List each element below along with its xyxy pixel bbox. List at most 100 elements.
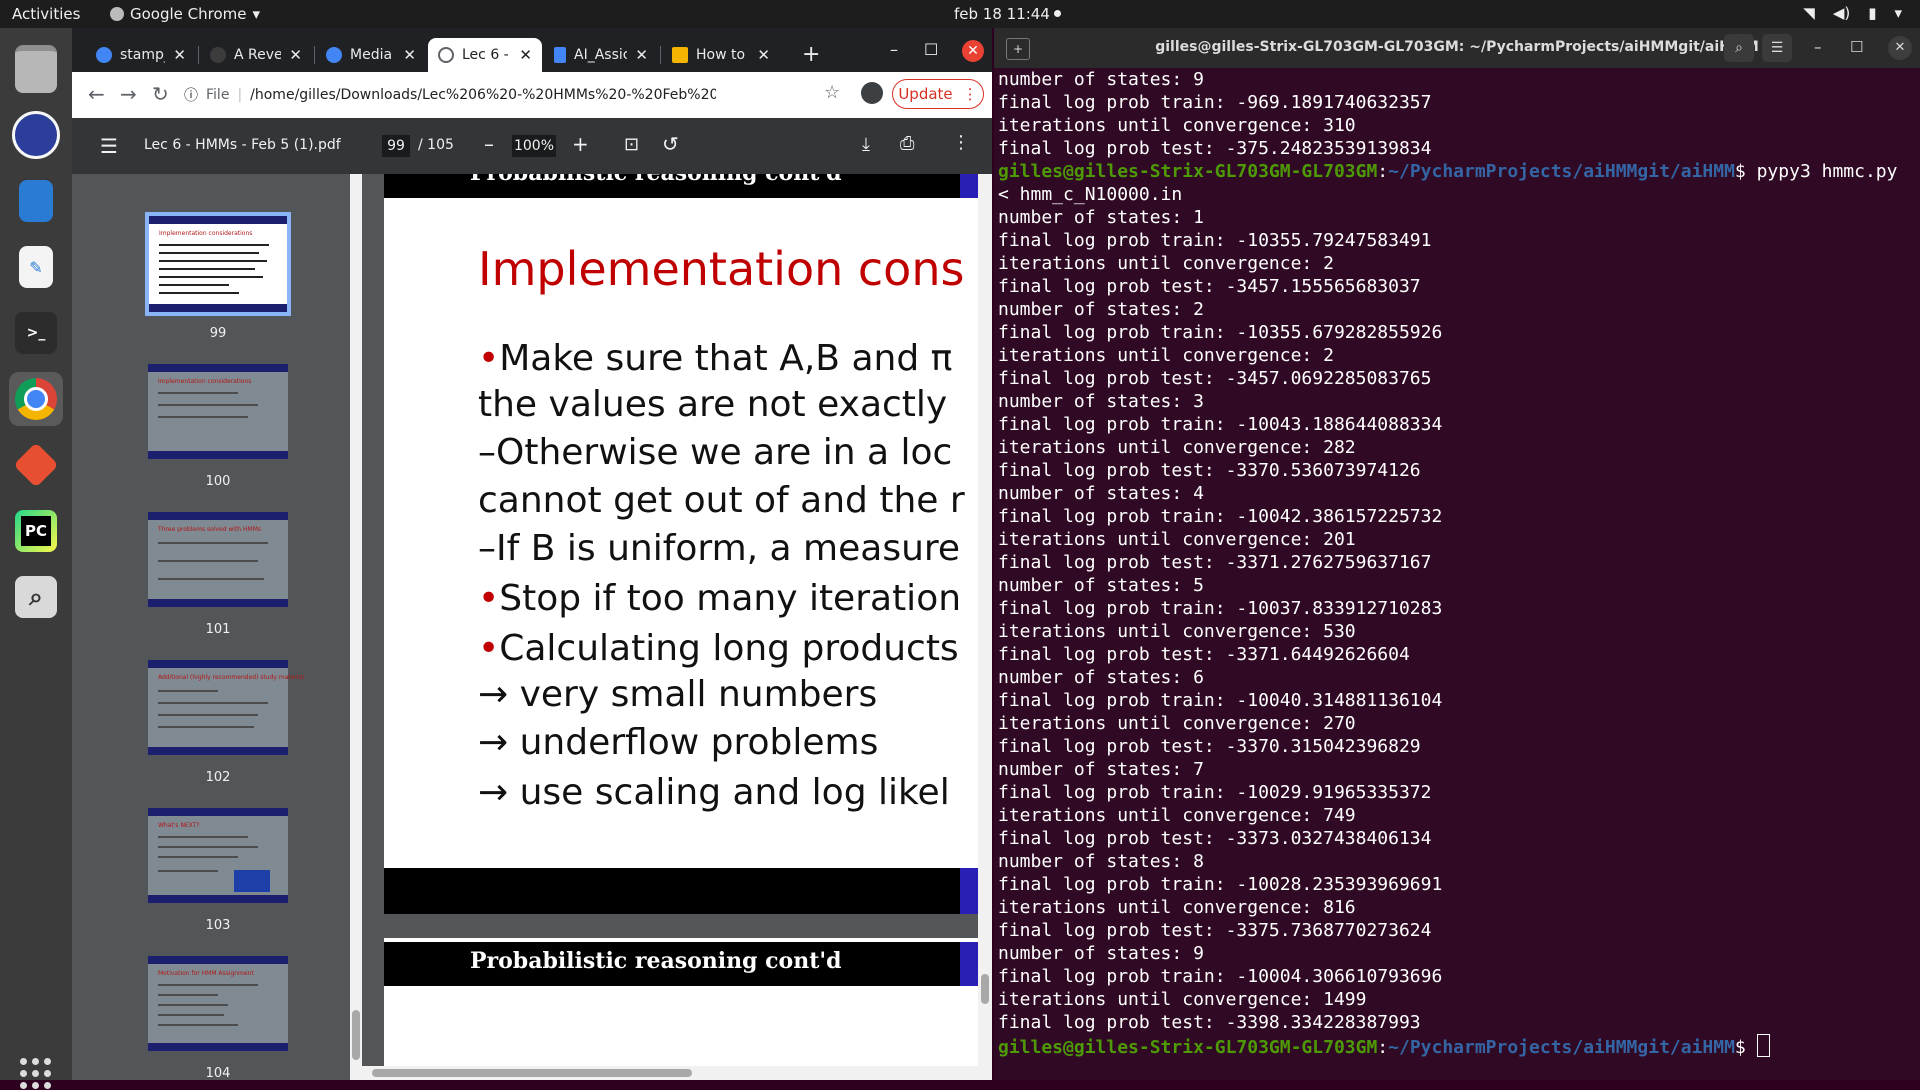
thumb-band <box>148 895 288 903</box>
zoom-input[interactable]: 100% <box>512 135 556 157</box>
thumb-text-line <box>158 856 238 858</box>
thumbnail-page-104[interactable]: Motivation for HMM Assignment <box>148 956 288 1051</box>
terminal-line: final log prob test: -3398.334228387993 <box>998 1012 1421 1033</box>
thumbnail-number: 100 <box>205 474 231 489</box>
system-tray[interactable]: ◥ ◀) ▮ ▾ <box>1803 4 1902 22</box>
dock-terminal[interactable]: >_ <box>9 306 63 360</box>
pdf-vertical-scrollbar[interactable] <box>978 174 992 1080</box>
clock[interactable]: feb 18 11:44 <box>954 5 1050 23</box>
slide-title: Implementation cons <box>478 242 965 296</box>
maximize-button[interactable]: ☐ <box>924 40 938 59</box>
tab-media[interactable]: Media C ✕ <box>316 38 426 72</box>
thumb-text-line <box>158 404 258 406</box>
thumbnail-page-99[interactable]: Implementation considerations <box>145 212 291 316</box>
terminal-line: number of states: 3 <box>998 391 1204 412</box>
update-button[interactable]: Update ⋮ <box>892 79 984 109</box>
terminal-line: number of states: 7 <box>998 759 1204 780</box>
rotate-icon[interactable]: ↺ <box>662 132 679 156</box>
new-tab-button[interactable]: + <box>802 42 820 67</box>
terminal-cursor <box>1756 1034 1770 1057</box>
dock-search-tool[interactable]: ⌕ <box>9 570 63 624</box>
thumb-text-line <box>159 260 267 262</box>
sidebar-scrollbar[interactable] <box>350 174 362 1080</box>
zoom-out-button[interactable]: – <box>484 132 494 156</box>
close-icon[interactable]: ✕ <box>289 46 302 64</box>
terminal-line: final log prob test: -3457.155565683037 <box>998 276 1421 297</box>
fit-page-icon[interactable]: ⊡ <box>624 134 639 155</box>
thumbnail-page-101[interactable]: Three problems solved with HMMs <box>148 512 288 607</box>
profile-avatar[interactable] <box>861 82 883 104</box>
minimize-button[interactable]: – <box>890 40 898 59</box>
thumb-text-line <box>159 268 255 270</box>
close-icon[interactable]: ✕ <box>403 46 416 64</box>
terminal-output[interactable]: number of states: 9 final log prob train… <box>998 68 1908 1059</box>
reload-button[interactable]: ↻ <box>152 82 169 106</box>
thumbnail-page-102[interactable]: Additional (highly recommended) study ma… <box>148 660 304 755</box>
thumbnail-page-100[interactable]: Implementation considerations <box>148 364 288 459</box>
scroll-thumb[interactable] <box>981 974 989 1004</box>
dock-git[interactable] <box>9 438 63 492</box>
terminal-line: iterations until convergence: 2 <box>998 345 1334 366</box>
tab-strip: stamp_ ✕ A Revea ✕ Media C ✕ Lec 6 - H ✕… <box>72 28 992 76</box>
scroll-thumb[interactable] <box>352 1010 360 1060</box>
thumb-text-line <box>159 252 259 254</box>
slide-line-text: Calculating long products <box>499 628 959 669</box>
tab-separator <box>198 46 199 64</box>
dock-text-editor[interactable]: ✎ <box>9 240 63 294</box>
thumb-text-line <box>158 870 218 872</box>
tab-lec6[interactable]: Lec 6 - H ✕ <box>428 38 542 72</box>
tab-how-to[interactable]: How to ✕ <box>662 38 780 72</box>
dock-files[interactable] <box>9 42 63 96</box>
hamburger-menu-icon[interactable]: ☰ <box>100 134 118 158</box>
forward-button[interactable]: → <box>120 82 137 106</box>
tab-stamp[interactable]: stamp_ ✕ <box>86 38 196 72</box>
info-icon[interactable]: ⓘ <box>184 85 198 105</box>
download-icon[interactable]: ⤓ <box>862 134 870 155</box>
caret-down-icon: ▾ <box>252 5 261 23</box>
dock-thunderbird[interactable] <box>9 108 63 162</box>
tab-a-reveal[interactable]: A Revea ✕ <box>200 38 312 72</box>
tab-title: stamp_ <box>120 47 165 63</box>
tab-ai-assignment[interactable]: AI_Assic ✕ <box>544 38 658 72</box>
terminal-close-button[interactable]: ✕ <box>1888 36 1912 60</box>
thumbnail-page-103[interactable]: What's NEXT? <box>148 808 288 903</box>
dock-pycharm[interactable]: PC <box>9 504 63 558</box>
terminal-search-icon[interactable]: ⌕ <box>1724 34 1754 62</box>
show-applications-icon[interactable] <box>20 1058 52 1090</box>
thumb-text-line <box>158 702 268 704</box>
slide-line: → use scaling and log likel <box>478 772 950 813</box>
grid-dot <box>44 1058 51 1065</box>
terminal-line: final log prob test: -3373.0327438406134 <box>998 828 1432 849</box>
thumb-text-line <box>158 578 264 580</box>
thumb-text-line <box>159 292 239 294</box>
dock-document-viewer[interactable] <box>9 174 63 228</box>
prompt-path: ~/PycharmProjects/aiHMMgit/aiHMM <box>1388 1037 1735 1058</box>
terminal-minimize-button[interactable]: – <box>1814 38 1822 56</box>
close-icon[interactable]: ✕ <box>173 46 186 64</box>
window-close-button[interactable]: ✕ <box>962 40 984 62</box>
close-icon[interactable]: ✕ <box>519 46 532 64</box>
scroll-thumb[interactable] <box>372 1069 692 1077</box>
terminal-menu-icon[interactable]: ☰ <box>1762 34 1792 62</box>
back-button[interactable]: ← <box>88 82 105 106</box>
address-bar[interactable]: ⓘ File | /home/gilles/Downloads/Lec%206%… <box>184 79 716 111</box>
slide-line: cannot get out of and the r <box>478 480 965 521</box>
thumb-title: Motivation for HMM Assignment <box>158 970 254 977</box>
dock-chrome[interactable] <box>9 372 63 426</box>
app-menu[interactable]: Google Chrome ▾ <box>110 5 260 23</box>
terminal-line: number of states: 9 <box>998 943 1204 964</box>
pdf-horizontal-scrollbar[interactable] <box>362 1066 978 1080</box>
zoom-in-button[interactable]: + <box>572 132 589 156</box>
thumb-text-line <box>159 244 269 246</box>
bullet-dot: • <box>478 628 500 669</box>
page-number-input[interactable]: 99 <box>382 135 410 157</box>
terminal-maximize-button[interactable]: ☐ <box>1850 38 1863 56</box>
terminal-line: final log prob train: -10355.67928285592… <box>998 322 1443 343</box>
activities-button[interactable]: Activities <box>12 5 80 23</box>
close-icon[interactable]: ✕ <box>635 46 648 64</box>
more-options-icon[interactable]: ⋮ <box>952 132 970 153</box>
close-icon[interactable]: ✕ <box>757 46 770 64</box>
page-total: / 105 <box>418 137 454 153</box>
print-icon[interactable]: ⎙ <box>900 133 914 154</box>
bookmark-star-icon[interactable]: ☆ <box>824 82 840 103</box>
